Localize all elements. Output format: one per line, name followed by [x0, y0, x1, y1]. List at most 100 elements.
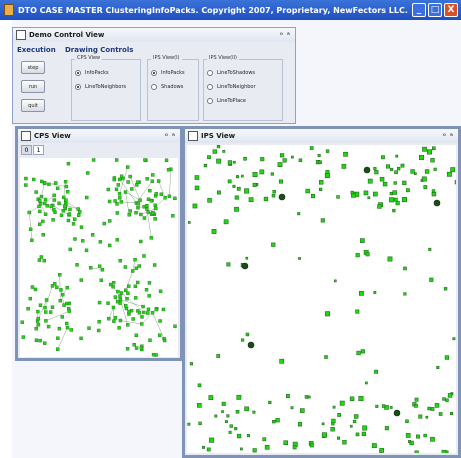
radio-checked-icon	[151, 70, 157, 76]
infopack-node	[52, 198, 56, 202]
ips-view-titlebar[interactable]: IPS View ᴼ ᴿ	[185, 129, 458, 143]
infopack-node	[67, 212, 72, 216]
infopack-node	[236, 394, 242, 400]
infopack-node	[438, 412, 443, 416]
infopack-node	[367, 196, 371, 200]
infopack-node	[108, 282, 113, 287]
ips-canvas[interactable]	[187, 145, 456, 453]
infopack-node	[414, 397, 419, 402]
radio-cps-infopacks[interactable]: InfoPacks	[75, 70, 109, 76]
tab-0[interactable]: 0	[21, 145, 32, 155]
infopack-node	[150, 179, 155, 183]
infopack-node	[153, 217, 157, 221]
cps-view-titlebar[interactable]: CPS View ᴼ ᴿ	[18, 129, 180, 143]
infopack-node	[59, 213, 64, 217]
infopack-node	[209, 437, 215, 443]
radio-ips2-linetoshadows[interactable]: LineToShadows	[207, 70, 255, 76]
frame-controls-icon[interactable]: ᴼ ᴿ	[280, 32, 291, 39]
infopack-node	[163, 196, 167, 200]
radio-ips2-linetoneighbor[interactable]: LineToNeighbor	[207, 84, 256, 90]
infopack-node	[202, 445, 205, 449]
infopack-node	[392, 190, 397, 195]
infopack-node	[355, 309, 360, 314]
infopack-node	[278, 179, 283, 184]
frame-checkbox-icon[interactable]	[188, 131, 198, 141]
infopack-node	[394, 197, 398, 202]
infopack-node	[424, 169, 430, 174]
infopack-node	[207, 155, 211, 160]
infopack-node	[423, 433, 427, 438]
run-button[interactable]: run	[21, 80, 45, 93]
infopack-node	[41, 219, 45, 224]
infopack-node	[244, 406, 249, 412]
frame-checkbox-icon[interactable]	[21, 131, 31, 141]
infopack-node	[34, 190, 38, 194]
infopack-node	[442, 397, 446, 401]
infopack-node	[139, 346, 144, 350]
step-button[interactable]: step	[21, 61, 45, 74]
infopack-node	[153, 203, 157, 208]
infopack-node	[389, 406, 393, 409]
infopack-node	[57, 326, 62, 331]
infopack-node	[97, 328, 101, 333]
cps-canvas[interactable]	[20, 158, 178, 357]
infopack-node	[149, 199, 154, 203]
infopack-node	[146, 311, 150, 315]
infopack-node	[446, 171, 452, 177]
infopack-node	[318, 187, 323, 192]
infopack-node	[349, 396, 355, 402]
infopack-node	[317, 154, 321, 157]
minimize-button[interactable]: _	[412, 3, 426, 17]
infopack-node	[128, 174, 132, 179]
frame-checkbox-icon[interactable]	[16, 30, 26, 40]
infopack-node	[127, 310, 131, 314]
tab-1[interactable]: 1	[33, 145, 44, 155]
infopack-node	[147, 294, 151, 298]
infopack-node	[89, 266, 93, 270]
infopack-node	[75, 263, 79, 267]
infopack-node	[61, 292, 65, 297]
radio-cps-linetoneighbors[interactable]: LineToNeighbors	[75, 84, 126, 90]
infopack-node	[159, 192, 164, 196]
infopack-node	[154, 206, 158, 211]
infopack-node	[97, 264, 102, 268]
infopack-node	[367, 178, 373, 184]
infopack-node	[228, 430, 232, 434]
infopack-node	[173, 196, 177, 201]
infopack-node	[38, 303, 43, 307]
infopack-node	[216, 158, 222, 164]
infopack-node	[43, 341, 47, 345]
infopack-node	[158, 319, 162, 323]
infopack-node	[134, 266, 139, 270]
quit-button[interactable]: quit	[21, 99, 45, 112]
demo-control-title: Demo Control View	[29, 31, 105, 39]
neighbor-link	[59, 274, 61, 301]
infopack-node	[113, 199, 117, 203]
infopack-node	[123, 265, 128, 269]
infopack-node	[106, 301, 110, 305]
infopack-node	[116, 289, 120, 294]
infopack-node	[114, 187, 119, 192]
frame-controls-icon[interactable]: ᴼ ᴿ	[165, 133, 176, 140]
infopack-node	[187, 422, 191, 426]
close-button[interactable]: X	[444, 3, 458, 17]
infopack-node	[216, 354, 221, 358]
frame-controls-icon[interactable]: ᴼ ᴿ	[443, 133, 454, 140]
infopack-node	[305, 188, 310, 194]
demo-control-titlebar[interactable]: Demo Control View ᴼ ᴿ	[13, 28, 295, 42]
infopack-node	[405, 419, 409, 423]
radio-ips1-infopacks[interactable]: InfoPacks	[151, 70, 185, 76]
infopack-node	[454, 180, 456, 185]
infopack-node	[433, 167, 437, 171]
infopack-node	[430, 158, 435, 163]
infopack-node	[414, 172, 417, 175]
radio-ips1-shadows[interactable]: Shadows	[151, 84, 183, 90]
infopack-node	[268, 400, 272, 405]
infopack-node	[119, 291, 124, 295]
infopack-node	[259, 169, 265, 175]
radio-ips2-linetoplace[interactable]: LineToPlace	[207, 98, 246, 104]
maximize-button[interactable]: □	[428, 3, 442, 17]
infopack-node	[43, 197, 48, 202]
ips-view-title: IPS View	[201, 132, 236, 140]
infopack-node	[21, 335, 26, 339]
